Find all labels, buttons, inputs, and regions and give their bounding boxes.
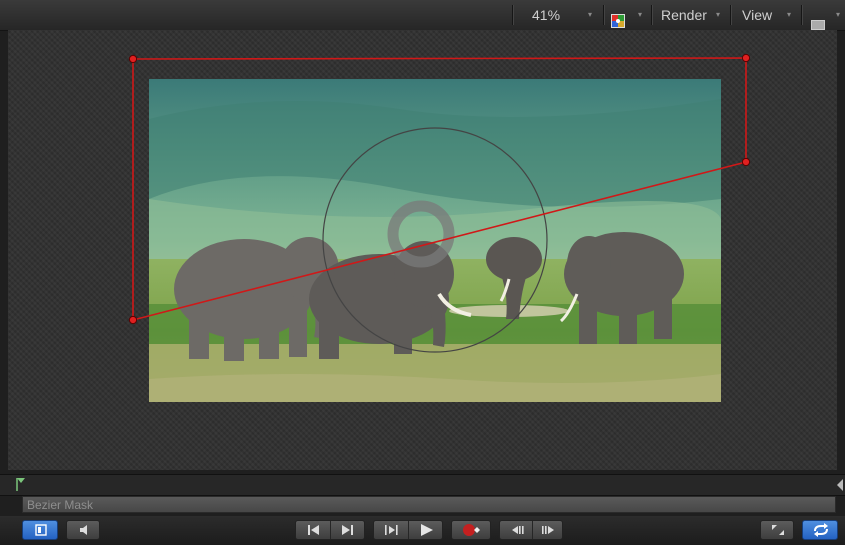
previous-frame-icon[interactable] (500, 521, 532, 539)
bezier-mask-track[interactable]: Bezier Mask (22, 496, 836, 513)
elephants-photo[interactable] (149, 79, 721, 402)
view-dropdown-arrow[interactable]: ▾ (787, 0, 791, 30)
channel-dropdown-arrow[interactable]: ▾ (638, 0, 642, 30)
layout-dropdown-arrow[interactable]: ▾ (836, 0, 840, 30)
jump-buttons-group (295, 520, 365, 540)
playhead-marker-icon[interactable] (16, 477, 26, 491)
mask-control-point[interactable] (741, 157, 751, 167)
loop-playback-icon (814, 523, 828, 537)
step-forward-icon[interactable] (374, 521, 408, 539)
show-timing-pane-button[interactable] (22, 520, 58, 540)
toolbar-divider (603, 5, 604, 25)
zoom-level-popup[interactable]: 41% (532, 0, 560, 30)
go-to-start-icon[interactable] (296, 521, 330, 539)
color-channel-icon[interactable] (611, 8, 625, 28)
loop-playback-button[interactable] (802, 520, 838, 540)
show-timing-pane-icon (35, 524, 47, 536)
toolbar-divider (651, 5, 652, 25)
mask-control-point[interactable] (128, 54, 138, 64)
toolbar-divider (512, 5, 513, 25)
toolbar-divider (801, 5, 802, 25)
view-menu[interactable]: View (742, 0, 772, 30)
next-frame-icon[interactable] (533, 521, 565, 539)
record-icon (463, 524, 480, 536)
audio-button[interactable] (66, 520, 100, 540)
record-button[interactable] (451, 520, 491, 540)
mini-timeline[interactable] (0, 474, 845, 496)
viewer-toolbar: 41% ▾ ▾ Render ▾ View ▾ ▾ (0, 0, 845, 31)
fullscreen-icon (772, 525, 784, 535)
audio-speaker-icon (80, 525, 87, 535)
zoom-dropdown-arrow[interactable]: ▾ (588, 0, 592, 30)
render-menu[interactable]: Render (661, 0, 707, 30)
mask-control-point[interactable] (741, 53, 751, 63)
frame-step-group (499, 520, 563, 540)
play-buttons-group (373, 520, 443, 540)
play-icon[interactable] (409, 521, 443, 539)
toolbar-divider (730, 5, 731, 25)
render-dropdown-arrow[interactable]: ▾ (716, 0, 720, 30)
mask-control-point[interactable] (128, 315, 138, 325)
layout-icon[interactable] (811, 10, 825, 30)
go-to-end-icon[interactable] (331, 521, 365, 539)
out-point-icon[interactable] (836, 478, 844, 492)
fullscreen-button[interactable] (760, 520, 794, 540)
transport-bar (0, 516, 845, 545)
